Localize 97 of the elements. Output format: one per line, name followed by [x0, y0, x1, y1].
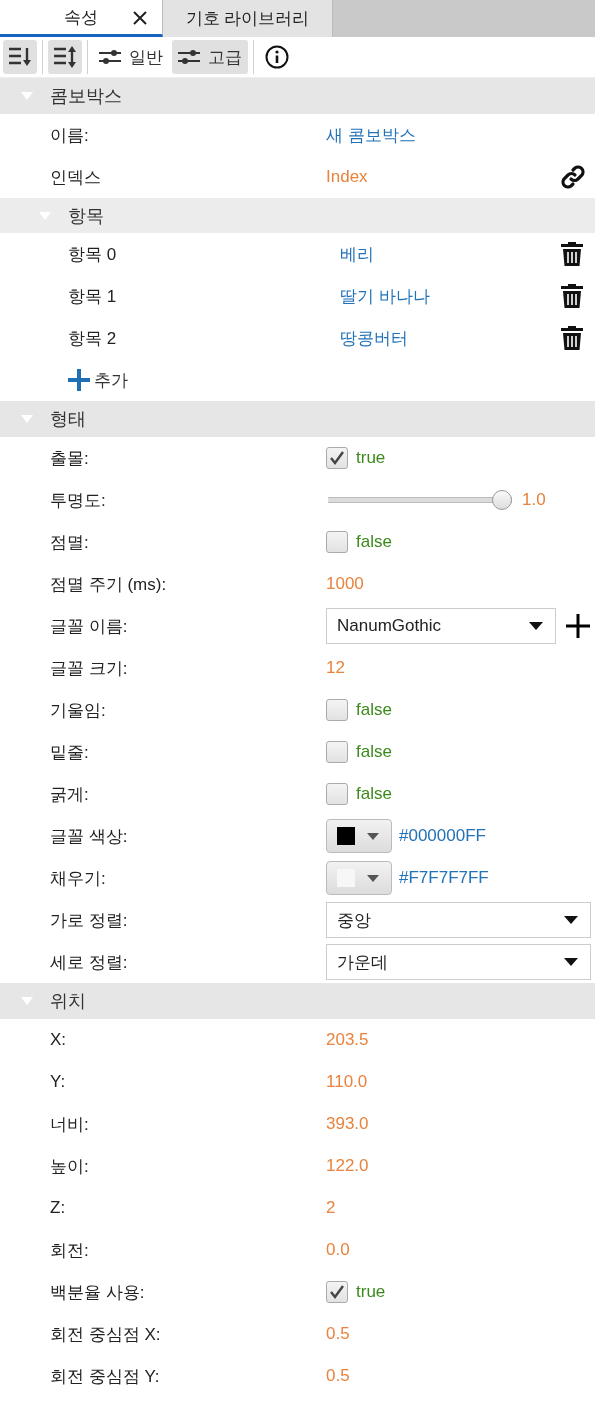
property-label: 채우기:: [50, 867, 107, 890]
property-label: 높이:: [50, 1155, 90, 1178]
close-icon[interactable]: [133, 11, 147, 25]
link-icon[interactable]: [560, 164, 586, 190]
trash-icon[interactable]: [561, 326, 583, 350]
item-value[interactable]: 딸기 바나나: [340, 284, 430, 308]
sort-button[interactable]: [3, 40, 37, 74]
property-label: 글꼴 크기:: [50, 657, 129, 680]
section-header[interactable]: 위치: [0, 983, 595, 1019]
property-label: 점멸 주기 (ms):: [50, 573, 168, 596]
plus-icon[interactable]: [566, 614, 590, 638]
checkbox[interactable]: [326, 1281, 348, 1303]
alignment-dropdown[interactable]: 중앙: [326, 902, 591, 938]
tab-label: 기호 라이브러리: [185, 8, 310, 30]
caret-icon: [367, 874, 379, 882]
group-title: 항목: [68, 204, 104, 228]
property-label: 세로 정렬:: [50, 951, 129, 974]
section-title: 형태: [50, 408, 86, 431]
color-picker-button[interactable]: [326, 819, 392, 853]
property-label: 점멸:: [50, 531, 90, 554]
item-value[interactable]: 땅콩버터: [340, 326, 408, 350]
property-label: 글꼴 이름:: [50, 615, 129, 638]
property-label: 가로 정렬:: [50, 909, 129, 932]
property-label: 백분율 사용:: [50, 1281, 146, 1304]
checkbox[interactable]: [326, 699, 348, 721]
tab-label: 속성: [64, 6, 98, 29]
property-label: 회전 중심점 X:: [50, 1323, 162, 1346]
checkbox[interactable]: [326, 741, 348, 763]
sliders-icon: [99, 49, 121, 65]
trash-icon[interactable]: [561, 242, 583, 266]
checkbox[interactable]: [326, 531, 348, 553]
property-value[interactable]: 1000: [326, 574, 364, 594]
property-label: 회전:: [50, 1239, 90, 1262]
info-icon: [265, 45, 289, 69]
property-value[interactable]: 0.0: [326, 1240, 350, 1260]
property-value[interactable]: Index: [326, 167, 368, 187]
property-value[interactable]: 2: [326, 1198, 336, 1218]
property-value[interactable]: 12: [326, 658, 345, 678]
property-label: X:: [50, 1030, 68, 1050]
property-value[interactable]: 393.0: [326, 1114, 369, 1134]
property-label: 밑줄:: [50, 741, 90, 764]
caret-icon: [564, 916, 578, 924]
sliders-icon: [178, 49, 200, 65]
property-label: 이름:: [50, 124, 90, 147]
sort-descending-icon: [9, 46, 31, 68]
checkbox-value: false: [356, 784, 392, 804]
section-header[interactable]: 형태: [0, 401, 595, 437]
slider-thumb[interactable]: [492, 490, 512, 510]
property-label: Y:: [50, 1072, 67, 1092]
property-label: 회전 중심점 Y:: [50, 1365, 161, 1388]
slider-reading: 1.0: [522, 490, 546, 510]
property-label: 투명도:: [50, 489, 107, 512]
property-value[interactable]: 0.5: [326, 1366, 350, 1386]
item-label: 항목 1: [68, 285, 118, 308]
trash-icon[interactable]: [561, 284, 583, 308]
property-label: 인덱스: [50, 166, 102, 189]
checkbox-value: false: [356, 742, 392, 762]
sort-button[interactable]: [48, 40, 82, 74]
property-label: 출몰:: [50, 447, 90, 470]
checkbox-value: true: [356, 1282, 386, 1302]
tab[interactable]: 속성: [0, 0, 163, 37]
caret-icon: [564, 958, 578, 966]
item-value[interactable]: 베리: [340, 242, 374, 266]
checkbox-value: false: [356, 700, 392, 720]
item-label: 항목 2: [68, 327, 118, 350]
add-button[interactable]: 추가: [68, 368, 128, 392]
section-title: 위치: [50, 990, 86, 1013]
font-dropdown[interactable]: NanumGothic: [326, 608, 556, 644]
checkbox-value: false: [356, 532, 392, 552]
checkbox[interactable]: [326, 447, 348, 469]
plus-icon: [68, 369, 90, 391]
property-label: 너비:: [50, 1113, 90, 1136]
section-title: 콤보박스: [50, 85, 122, 108]
item-label: 항목 0: [68, 243, 118, 266]
property-value[interactable]: 110.0: [326, 1072, 368, 1092]
section-header[interactable]: 콤보박스: [0, 78, 595, 114]
mode-button[interactable]: 고급: [172, 40, 248, 74]
property-label: Z:: [50, 1198, 67, 1218]
color-value[interactable]: #F7F7F7FF: [399, 868, 489, 888]
sort-icon: [54, 46, 76, 68]
property-value[interactable]: 새 콤보박스: [326, 123, 416, 147]
property-label: 기울임:: [50, 699, 107, 722]
property-label: 글꼴 색상:: [50, 825, 129, 848]
caret-icon: [529, 622, 543, 630]
alignment-dropdown[interactable]: 가운데: [326, 944, 591, 980]
checkbox[interactable]: [326, 783, 348, 805]
color-value[interactable]: #000000FF: [399, 826, 486, 846]
property-value[interactable]: 0.5: [326, 1324, 350, 1344]
tab[interactable]: 기호 라이브러리: [163, 0, 333, 37]
group-header[interactable]: 항목: [0, 198, 595, 233]
property-value[interactable]: 203.5: [326, 1030, 369, 1050]
mode-button[interactable]: 일반: [93, 40, 169, 74]
caret-icon: [367, 832, 379, 840]
checkbox-value: true: [356, 448, 386, 468]
property-value[interactable]: 122.0: [326, 1156, 369, 1176]
color-picker-button[interactable]: [326, 861, 392, 895]
property-label: 굵게:: [50, 783, 90, 806]
